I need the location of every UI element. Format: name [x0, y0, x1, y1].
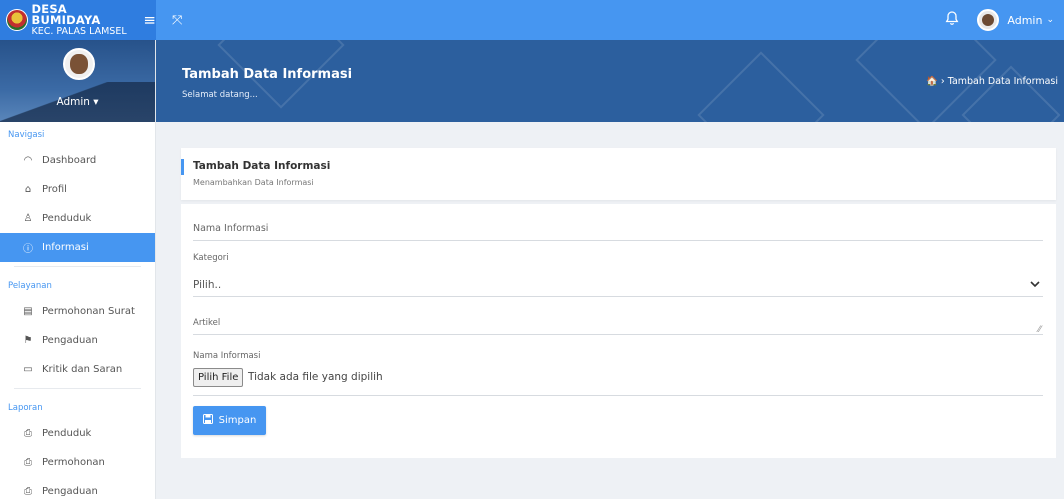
flag-icon: ⚑ [23, 335, 33, 346]
sidebar-item-kritik-dan-saran[interactable]: ▭ Kritik dan Saran [0, 355, 155, 384]
card-title: Tambah Data Informasi [193, 160, 331, 172]
dashboard-icon: ◠ [23, 155, 33, 166]
form-card-header: Tambah Data Informasi Menambahkan Data I… [181, 148, 1056, 200]
nav-divider [14, 266, 141, 267]
sidebar-item-label: Dashboard [42, 155, 97, 166]
print-icon: ⎙ [24, 486, 32, 497]
user-avatar[interactable] [977, 9, 1000, 31]
brand-subtitle: KEC. PALAS LAMSEL [31, 25, 127, 37]
sidebar-nav: Navigasi ◠ Dashboard ⌂ Profil ♙ Penduduk ⓘ Infor… [0, 122, 155, 499]
artikel-textarea[interactable]: Artikel [193, 318, 220, 328]
sidebar-item-penduduk[interactable]: ♙ Penduduk [0, 204, 155, 233]
file-status: Tidak ada file yang dipilih [248, 371, 383, 383]
file-underline [193, 395, 1043, 396]
sidebar-item-label: Profil [42, 184, 67, 195]
sidebar-item-label: Permohonan [42, 457, 105, 468]
kategori-underline [193, 296, 1043, 297]
user-name[interactable]: Admin [1007, 14, 1042, 27]
nav-section-title: Laporan [8, 403, 43, 413]
chevron-down-icon[interactable] [1030, 280, 1040, 291]
sidebar-item-permohonan-surat[interactable]: ▤ Permohonan Surat [0, 297, 155, 326]
sidebar-item-label: Pengaduan [42, 335, 98, 346]
nama-informasi-underline [193, 240, 1043, 241]
info-icon: ⓘ [23, 244, 33, 255]
chat-icon: ▭ [23, 364, 33, 375]
nav-divider [14, 388, 141, 389]
sidebar: Admin ▾ Navigasi ◠ Dashboard ⌂ Profil ♙ Pendud… [0, 40, 156, 499]
menu-toggle-icon[interactable]: ≡ [143, 11, 156, 29]
brand[interactable]: DESA BUMIDAYA KEC. PALAS LAMSEL ≡ [0, 0, 156, 40]
fullscreen-icon[interactable]: ⤧ [172, 13, 182, 28]
nav-section-title: Navigasi [8, 130, 45, 140]
sidebar-item-pengaduan[interactable]: ⎙ Pengaduan [0, 477, 155, 499]
sidebar-item-informasi[interactable]: ⓘ Informasi [0, 233, 155, 262]
sidebar-item-label: Penduduk [42, 213, 92, 224]
accent-bar [181, 159, 184, 175]
sidebar-item-pengaduan[interactable]: ⚑ Pengaduan [0, 326, 155, 355]
artikel-underline [193, 334, 1043, 335]
form-card: Nama Informasi Kategori Pilih.. Artikel … [181, 204, 1056, 458]
save-button[interactable]: Simpan [193, 406, 266, 435]
sidebar-item-label: Pengaduan [42, 486, 98, 497]
sidebar-item-label: Permohonan Surat [42, 306, 135, 317]
bell-icon[interactable] [945, 11, 959, 29]
print-icon: ⎙ [24, 457, 32, 468]
nav-section-title: Pelayanan [8, 281, 52, 291]
file-label: Nama Informasi [193, 351, 261, 361]
profile-avatar [63, 48, 95, 80]
save-button-label: Simpan [218, 415, 257, 426]
card-subtitle: Menambahkan Data Informasi [193, 178, 314, 187]
choose-file-button[interactable]: Pilih File [193, 368, 244, 387]
sidebar-item-permohonan[interactable]: ⎙ Permohonan [0, 448, 155, 477]
top-navbar: DESA BUMIDAYA KEC. PALAS LAMSEL ≡ ⤧ Admi… [0, 0, 1064, 40]
sidebar-item-penduduk[interactable]: ⎙ Penduduk [0, 419, 155, 448]
document-icon: ▤ [23, 306, 33, 317]
sidebar-item-label: Penduduk [42, 428, 92, 439]
page-subtitle: Selamat datang... [182, 90, 258, 100]
chevron-down-icon[interactable]: ⌄ [1046, 15, 1054, 25]
breadcrumb[interactable]: 🏠 › Tambah Data Informasi [926, 76, 1058, 87]
kategori-label: Kategori [193, 253, 229, 263]
print-icon: ⎙ [24, 428, 32, 439]
sidebar-item-profil[interactable]: ⌂ Profil [0, 175, 155, 204]
village-logo [6, 9, 28, 31]
page-title: Tambah Data Informasi [182, 67, 353, 82]
save-icon [202, 414, 213, 427]
brand-name: DESA BUMIDAYA [31, 1, 101, 27]
kategori-select[interactable]: Pilih.. [193, 279, 221, 291]
page-header-banner: Tambah Data Informasi Selamat datang... … [156, 40, 1064, 122]
home-icon: ⌂ [24, 184, 32, 195]
sidebar-item-label: Informasi [42, 242, 89, 253]
nama-informasi-field[interactable]: Nama Informasi [193, 223, 268, 234]
profile-name-dropdown[interactable]: Admin ▾ [0, 96, 155, 108]
user-icon: ♙ [23, 213, 33, 224]
sidebar-item-dashboard[interactable]: ◠ Dashboard [0, 146, 155, 175]
sidebar-item-label: Kritik dan Saran [42, 364, 123, 375]
sidebar-profile: Admin ▾ [0, 40, 155, 122]
